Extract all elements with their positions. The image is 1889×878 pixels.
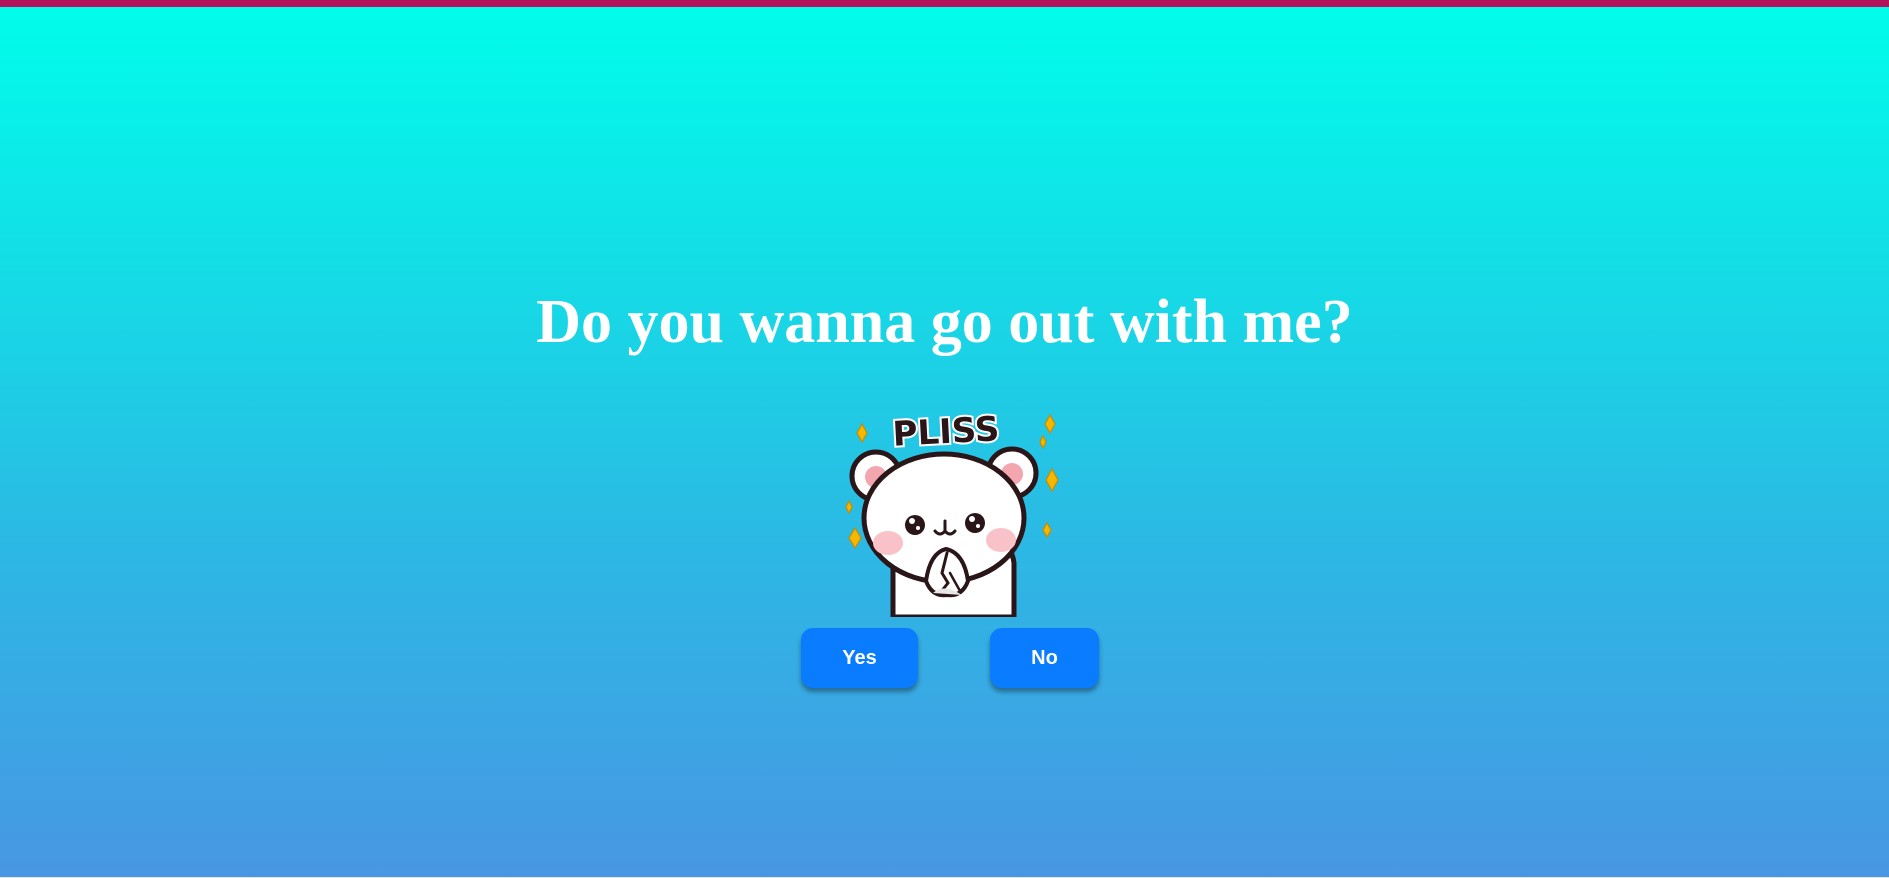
svg-text:PLISS: PLISS [892, 409, 1001, 455]
question-heading: Do you wanna go out with me? [536, 288, 1353, 356]
yes-button[interactable]: Yes [801, 628, 918, 688]
bear-begging-icon: PLISS [838, 403, 1070, 617]
page: Do you wanna go out with me? PLISS Yes N… [0, 0, 1889, 878]
top-accent-bar [0, 0, 1889, 7]
no-button[interactable]: No [990, 628, 1099, 688]
